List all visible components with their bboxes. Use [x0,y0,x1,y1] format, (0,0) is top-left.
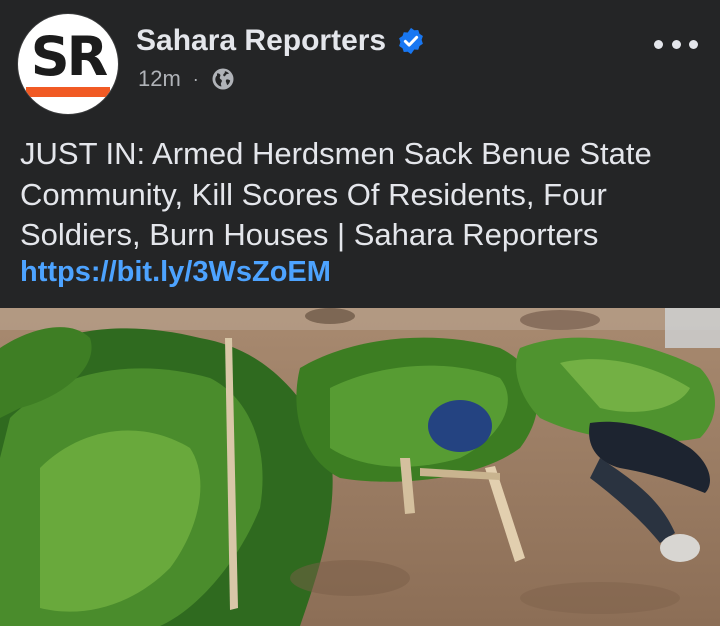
page-avatar[interactable]: SR [18,14,118,114]
globe-icon[interactable] [211,67,235,91]
post-time[interactable]: 12m [138,66,181,92]
verified-badge-icon [396,26,426,56]
more-dot [671,39,681,49]
meta-separator: · [192,68,199,89]
news-photo[interactable] [0,308,720,626]
more-dot [654,39,663,49]
post-link[interactable]: https://bit.ly/3WsZoEM [20,256,331,289]
avatar-accent-bar [26,87,110,97]
photo-scene [0,308,720,626]
post-text: JUST IN: Armed Herdsmen Sack Benue State… [20,136,652,252]
post-meta: 12m · [138,66,235,92]
page-name[interactable]: Sahara Reporters [136,24,386,58]
avatar-monogram: SR [30,25,108,88]
post-author[interactable]: Sahara Reporters [136,24,426,58]
feed-post: SR Sahara Reporters 12m · JUST IN: Armed… [0,0,720,626]
more-dot [689,39,698,49]
more-options-icon[interactable] [654,34,698,54]
